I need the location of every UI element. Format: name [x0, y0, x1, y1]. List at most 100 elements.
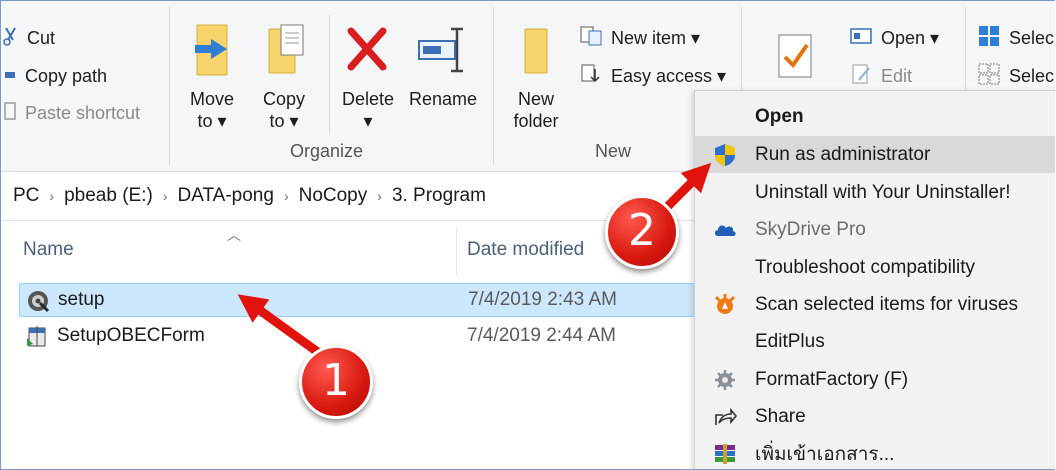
- menu-item-scan-viruses[interactable]: Scan selected items for viruses: [695, 286, 1055, 323]
- menu-item-troubleshoot[interactable]: Troubleshoot compatibility: [695, 249, 1055, 286]
- file-date: 7/4/2019 2:44 AM: [467, 325, 616, 346]
- menu-item-label: Troubleshoot compatibility: [755, 256, 976, 278]
- rename-icon: [413, 27, 473, 87]
- menu-item-uninstall[interactable]: Uninstall with Your Uninstaller!: [695, 174, 1055, 211]
- file-name: SetupOBECForm: [57, 325, 205, 346]
- column-name-header[interactable]: Name: [23, 239, 74, 261]
- cut-button[interactable]: Cut: [3, 23, 55, 53]
- copy-to-dropdown: to ▾: [269, 111, 299, 131]
- menu-item-add-to-archive[interactable]: เพิ่มเข้าเอกสาร...: [695, 435, 1055, 469]
- menu-item-open[interactable]: Open: [695, 98, 1055, 135]
- delete-label: Delete: [341, 89, 395, 109]
- new-folder-label-2: folder: [513, 111, 559, 131]
- move-to-dropdown: to ▾: [197, 111, 227, 131]
- menu-item-label: SkyDrive Pro: [755, 218, 866, 240]
- properties-button[interactable]: [765, 31, 825, 88]
- paste-shortcut-icon: [3, 101, 17, 126]
- setup-installer-icon: [26, 289, 50, 313]
- group-divider: [329, 15, 330, 135]
- annotation-badge-1: 1: [299, 345, 373, 419]
- move-to-button[interactable]: Move to ▾: [181, 21, 243, 132]
- menu-item-run-as-administrator[interactable]: Run as administrator: [695, 136, 1055, 173]
- organize-group-label: Organize: [290, 141, 364, 161]
- crumb-program[interactable]: 3. Program: [392, 185, 486, 207]
- select-none-button[interactable]: Selec: [977, 61, 1054, 91]
- group-divider: [493, 7, 494, 165]
- menu-item-label: Run as administrator: [755, 143, 931, 165]
- select-none-icon: [977, 62, 1001, 91]
- crumb-nocopy[interactable]: NoCopy: [299, 185, 368, 207]
- new-item-icon: [579, 25, 603, 52]
- scissors-icon: [3, 26, 19, 51]
- column-divider[interactable]: [456, 227, 457, 275]
- cut-label: Cut: [27, 27, 56, 48]
- menu-item-label: เพิ่มเข้าเอกสาร...: [755, 443, 895, 465]
- file-row-setup[interactable]: setup 7/4/2019 2:43 AM: [19, 283, 701, 317]
- easy-access-icon: [579, 63, 603, 90]
- formatfactory-icon: [713, 368, 737, 392]
- skydrive-cloud-icon: [713, 218, 737, 242]
- delete-x-icon: [343, 27, 393, 87]
- easy-access-button[interactable]: Easy access ▾: [579, 61, 726, 91]
- open-button[interactable]: Open ▾: [849, 23, 939, 53]
- avast-icon: [713, 293, 737, 317]
- edit-icon: [851, 62, 873, 91]
- winrar-icon: [713, 442, 737, 466]
- new-item-label: New item ▾: [611, 27, 701, 48]
- crumb-data-pong[interactable]: DATA-pong: [177, 185, 273, 207]
- crumb-separator[interactable]: ›: [377, 188, 382, 204]
- select-all-icon: [977, 24, 1001, 53]
- open-label: Open ▾: [881, 27, 940, 48]
- menu-item-formatfactory[interactable]: FormatFactory (F): [695, 361, 1055, 398]
- select-all-button[interactable]: Selec: [977, 23, 1054, 53]
- column-date-header[interactable]: Date modified: [467, 239, 584, 261]
- crumb-drive[interactable]: pbeab (E:): [64, 185, 153, 207]
- menu-item-label: Open: [755, 105, 804, 127]
- delete-dropdown: ▾: [363, 111, 373, 131]
- easy-access-label: Easy access ▾: [611, 65, 727, 86]
- move-to-icon: [187, 24, 237, 87]
- paste-shortcut-label: Paste shortcut: [25, 102, 141, 123]
- file-row-setupobecform[interactable]: SetupOBECForm 7/4/2019 2:44 AM: [19, 319, 701, 353]
- delete-button[interactable]: Delete ▾: [337, 21, 399, 132]
- menu-item-label: EditPlus: [755, 330, 825, 352]
- column-header: ︿ Name Date modified: [1, 223, 701, 279]
- crumb-separator[interactable]: ›: [163, 188, 168, 204]
- annotation-badge-2: 2: [605, 195, 679, 269]
- menu-item-label: FormatFactory (F): [755, 368, 909, 390]
- sort-ascending-icon: ︿: [227, 227, 241, 243]
- uac-shield-icon: [713, 143, 737, 167]
- open-icon: [849, 26, 873, 51]
- share-icon: [713, 405, 738, 429]
- setup-package-icon: [25, 324, 49, 348]
- menu-item-share[interactable]: Share: [695, 398, 1055, 435]
- crumb-separator[interactable]: ›: [284, 188, 289, 204]
- menu-item-label: Scan selected items for viruses: [755, 293, 1018, 315]
- copy-to-label: Copy: [262, 89, 306, 109]
- copy-to-button[interactable]: Copy to ▾: [253, 21, 315, 132]
- file-date: 7/4/2019 2:43 AM: [468, 289, 617, 310]
- edit-label: Edit: [881, 65, 913, 86]
- paste-shortcut-button[interactable]: Paste shortcut: [3, 98, 140, 128]
- new-folder-button[interactable]: New folder: [501, 21, 571, 132]
- move-to-label: Move: [189, 89, 234, 109]
- new-folder-icon: [511, 28, 561, 87]
- copy-to-icon: [259, 24, 309, 87]
- edit-button[interactable]: Edit: [851, 61, 912, 91]
- menu-item-skydrive-pro[interactable]: SkyDrive Pro: [695, 211, 1055, 248]
- group-divider: [169, 7, 170, 165]
- new-group-label: New: [595, 141, 632, 161]
- crumb-this-pc[interactable]: PC: [13, 185, 39, 207]
- menu-item-editplus[interactable]: EditPlus: [695, 323, 1055, 360]
- crumb-separator[interactable]: ›: [49, 188, 54, 204]
- copy-path-label: Copy path: [25, 65, 108, 86]
- menu-item-label: Share: [755, 405, 806, 427]
- copy-path-button[interactable]: Copy path: [3, 61, 107, 91]
- rename-button[interactable]: Rename: [405, 21, 481, 110]
- new-item-button[interactable]: New item ▾: [579, 23, 700, 53]
- properties-check-icon: [771, 34, 819, 87]
- menu-item-label: Uninstall with Your Uninstaller!: [755, 181, 1011, 203]
- select-all-label: Selec: [1009, 27, 1055, 48]
- explorer-window: Cut Copy path Paste shortcut Move to ▾ C…: [0, 0, 1055, 470]
- select-none-label: Selec: [1009, 65, 1055, 86]
